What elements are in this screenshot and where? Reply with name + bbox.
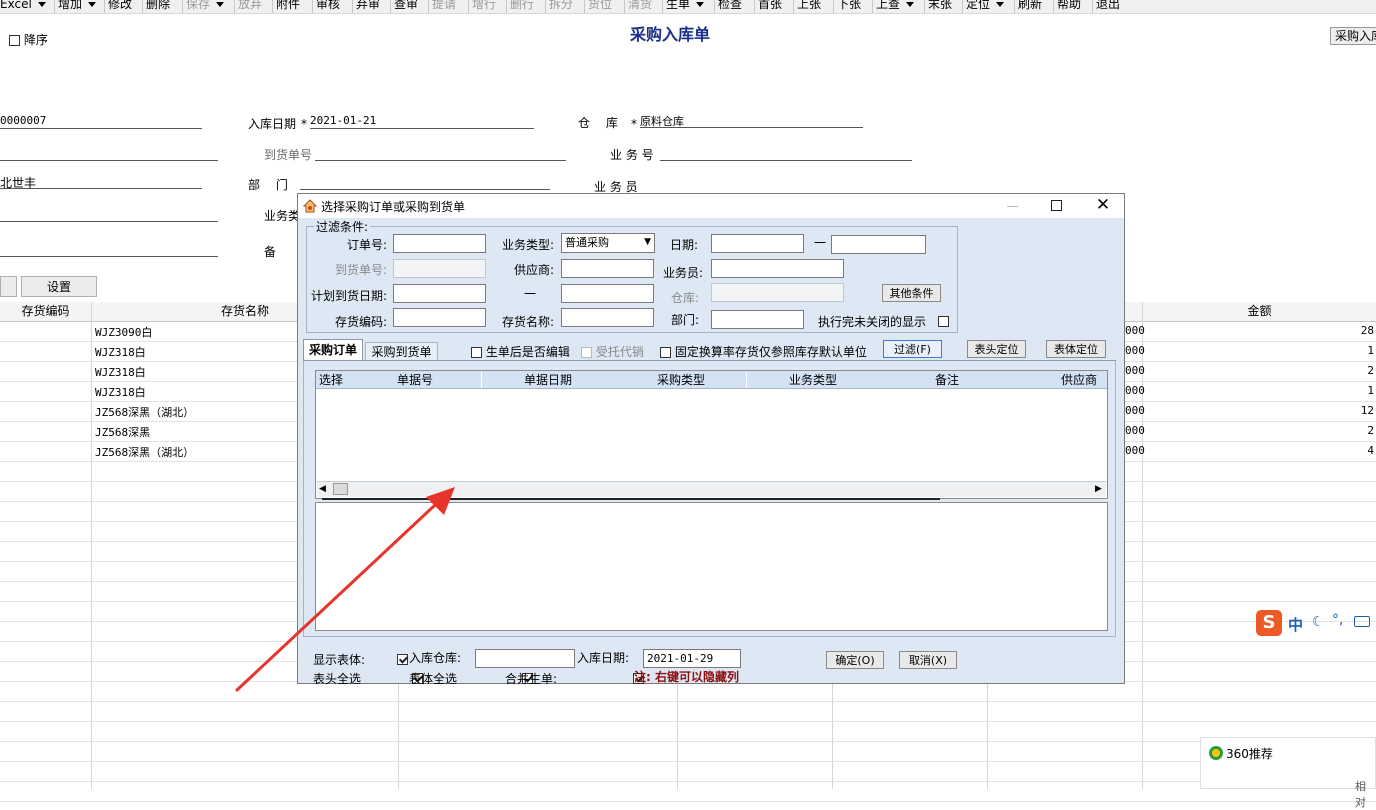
grid-row-line	[0, 801, 1376, 802]
sogou-logo-icon[interactable]: S	[1256, 610, 1282, 636]
keyboard-icon[interactable]	[1354, 616, 1370, 627]
recommend-popup[interactable]: 360推荐 相对	[1200, 737, 1376, 809]
recommend-title: 360推荐	[1226, 747, 1273, 761]
360-logo-icon	[1209, 746, 1223, 760]
annotation-arrow	[235, 487, 455, 692]
punctuation-icon[interactable]: °,	[1332, 612, 1343, 628]
recommend-sub: 相对	[1355, 780, 1366, 809]
ime-toolbar[interactable]: S 中 ☾ °,	[1254, 608, 1376, 638]
ime-lang-label[interactable]: 中	[1288, 614, 1303, 635]
moon-icon[interactable]: ☾	[1312, 614, 1325, 630]
